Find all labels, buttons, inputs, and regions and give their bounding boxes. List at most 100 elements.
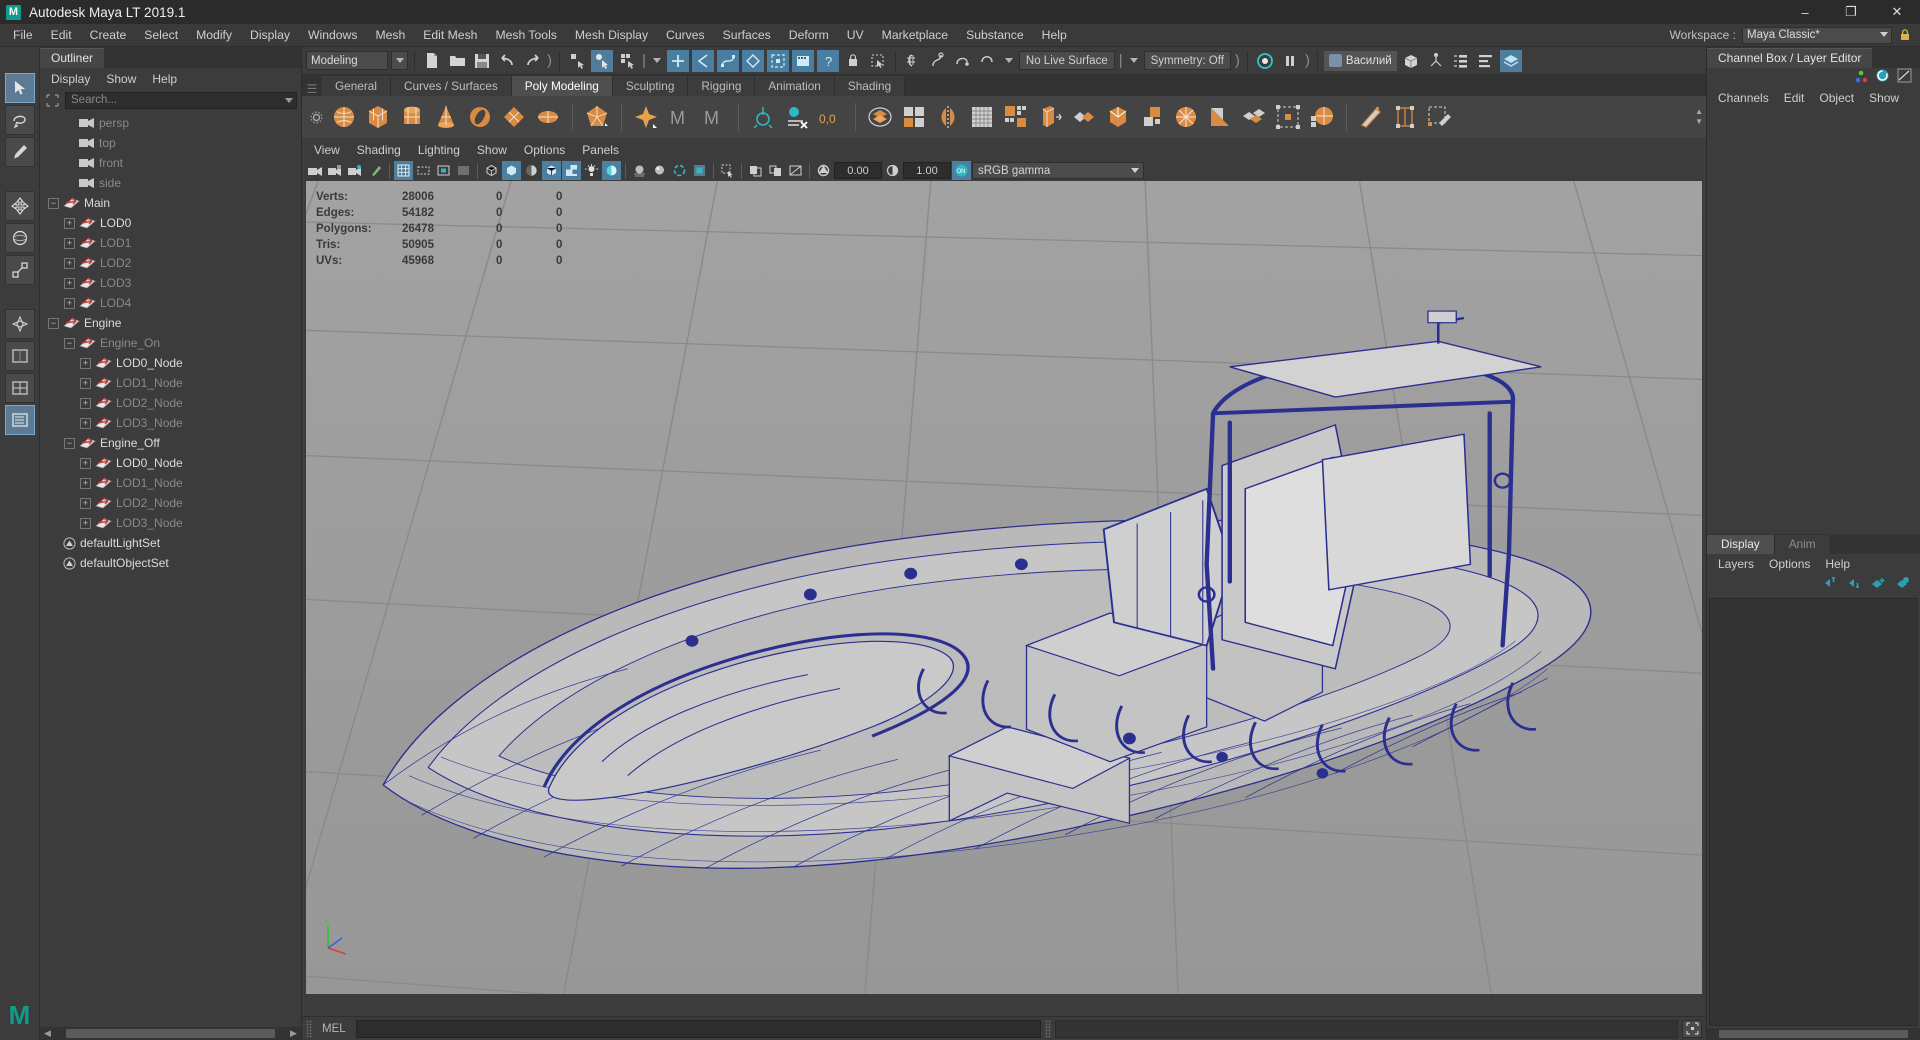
outliner-item-lod0[interactable]: + LOD0: [40, 213, 301, 233]
color-management-toggle-icon[interactable]: ON: [952, 161, 971, 180]
outliner-item-lod1-node[interactable]: + LOD1_Node: [40, 373, 301, 393]
smooth-icon[interactable]: [966, 101, 998, 133]
menu-mesh[interactable]: Mesh: [366, 25, 414, 45]
outliner-hscrollbar[interactable]: ◀ ▶: [40, 1027, 301, 1040]
camera-attributes-icon[interactable]: [346, 161, 365, 180]
workspace-select[interactable]: Maya Classic*: [1742, 26, 1892, 44]
ambient-occlusion-icon[interactable]: [650, 161, 669, 180]
expand-icon[interactable]: +: [80, 377, 91, 389]
shade-options-icon[interactable]: [522, 161, 541, 180]
menu-windows[interactable]: Windows: [299, 25, 366, 45]
outliner-menu-help[interactable]: Help: [145, 70, 184, 88]
smooth-shading-icon[interactable]: [502, 161, 521, 180]
outliner-item-lod3-node[interactable]: + LOD3_Node: [40, 413, 301, 433]
motion-blur-icon[interactable]: [630, 161, 649, 180]
poly-plane-icon[interactable]: [498, 101, 530, 133]
render-view-button[interactable]: [1254, 50, 1276, 72]
menu-substance[interactable]: Substance: [957, 25, 1033, 45]
snap-curve-button[interactable]: [927, 50, 949, 72]
expand-icon[interactable]: +: [64, 217, 75, 229]
menu-modify[interactable]: Modify: [187, 25, 241, 45]
script-editor-button[interactable]: [1682, 1019, 1702, 1038]
outliner-item-lod0-node[interactable]: + LOD0_Node: [40, 453, 301, 473]
multi-cut-icon[interactable]: [1136, 101, 1168, 133]
layer-tab-anim[interactable]: Anim: [1774, 535, 1831, 554]
color-management-icon[interactable]: [690, 161, 709, 180]
shelf-tab-animation[interactable]: Animation: [755, 76, 835, 96]
snap-point-button[interactable]: [952, 50, 974, 72]
menu-help[interactable]: Help: [1033, 25, 1076, 45]
symmetry-field[interactable]: Symmetry: Off: [1143, 51, 1231, 70]
graph-editor-icon[interactable]: [1897, 68, 1912, 88]
mirror-icon[interactable]: [932, 101, 964, 133]
xray-active-components-icon[interactable]: [786, 161, 805, 180]
expand-icon[interactable]: +: [80, 357, 91, 369]
outliner-item-lod3-node[interactable]: + LOD3_Node: [40, 513, 301, 533]
poly-cylinder-icon[interactable]: [396, 101, 428, 133]
menu-file[interactable]: File: [4, 25, 42, 45]
duplicate-face-icon[interactable]: [1238, 101, 1270, 133]
gate-mask-icon[interactable]: [454, 161, 473, 180]
outliner-search-input[interactable]: Search...: [65, 91, 297, 109]
layer-menu-help[interactable]: Help: [1818, 555, 1857, 573]
menu-curves[interactable]: Curves: [657, 25, 714, 45]
expand-icon[interactable]: +: [80, 457, 91, 469]
freeze-transform-icon[interactable]: 0,0: [815, 101, 847, 133]
mask-surface-button[interactable]: [741, 49, 764, 72]
layer-tab-display[interactable]: Display: [1707, 535, 1775, 554]
outliner-item-defaultobjectset[interactable]: defaultObjectSet: [40, 553, 301, 573]
layout-single-button[interactable]: [4, 341, 35, 371]
outliner-menu-display[interactable]: Display: [44, 70, 97, 88]
film-gate-icon[interactable]: [414, 161, 433, 180]
view-compass-button[interactable]: [4, 309, 35, 339]
chevron-down-icon[interactable]: [1129, 58, 1138, 63]
channelbox-menu-edit[interactable]: Edit: [1777, 89, 1812, 107]
isolate-select-icon[interactable]: [718, 161, 737, 180]
open-scene-button[interactable]: [446, 50, 468, 72]
shelf-options-gear-icon[interactable]: [306, 111, 326, 124]
save-scene-button[interactable]: [471, 50, 493, 72]
close-button[interactable]: ✕: [1874, 0, 1920, 24]
shadows-toggle-icon[interactable]: [602, 161, 621, 180]
outliner-toggle-button[interactable]: [1450, 50, 1472, 72]
highlight-selection-button[interactable]: [867, 50, 889, 72]
new-layer-icon[interactable]: [1895, 576, 1910, 594]
shelf-tab-general[interactable]: General: [322, 76, 391, 96]
shelf-tab-shading[interactable]: Shading: [834, 76, 906, 96]
shelf-scroll-arrows[interactable]: ▲ ▼: [1695, 108, 1706, 126]
outliner-item-lod2-node[interactable]: + LOD2_Node: [40, 493, 301, 513]
outliner-item-lod2[interactable]: + LOD2: [40, 253, 301, 273]
mask-dynamics-button[interactable]: [791, 49, 814, 72]
outliner-item-side[interactable]: side: [40, 173, 301, 193]
sculpt-sphere-icon[interactable]: [1306, 101, 1338, 133]
lock-icon[interactable]: [1898, 28, 1912, 42]
time-slider-area[interactable]: [302, 994, 1706, 1016]
quad-draw-icon[interactable]: [1423, 101, 1455, 133]
hypergraph-button[interactable]: [1425, 50, 1447, 72]
bridge-icon[interactable]: [1102, 101, 1134, 133]
insert-edge-loop-icon[interactable]: [1389, 101, 1421, 133]
outliner-item-lod2-node[interactable]: + LOD2_Node: [40, 393, 301, 413]
poly-torus-icon[interactable]: [464, 101, 496, 133]
viewport-menu-show[interactable]: Show: [469, 141, 515, 159]
mash-network-icon[interactable]: M: [664, 101, 696, 133]
poly-knife-icon[interactable]: [1355, 101, 1387, 133]
menu-set-caret[interactable]: [391, 51, 408, 70]
mask-handle-button[interactable]: [666, 49, 689, 72]
expand-icon[interactable]: +: [80, 517, 91, 529]
scroll-thumb[interactable]: [66, 1029, 275, 1038]
minimize-button[interactable]: –: [1782, 0, 1828, 24]
gamma-icon[interactable]: [883, 161, 902, 180]
collapse-icon[interactable]: −: [48, 317, 59, 329]
wedge-icon[interactable]: [1204, 101, 1236, 133]
select-object-button[interactable]: [591, 49, 613, 72]
viewport-menu-options[interactable]: Options: [516, 141, 573, 159]
separate-icon[interactable]: [898, 101, 930, 133]
xray-joints-icon[interactable]: [766, 161, 785, 180]
shelf-tab-rigging[interactable]: Rigging: [688, 76, 756, 96]
poly-sphere-icon[interactable]: [328, 101, 360, 133]
poly-disc-icon[interactable]: [532, 101, 564, 133]
rotate-tool-button[interactable]: [4, 223, 35, 253]
bevel-icon[interactable]: [1068, 101, 1100, 133]
combine-icon[interactable]: [864, 101, 896, 133]
